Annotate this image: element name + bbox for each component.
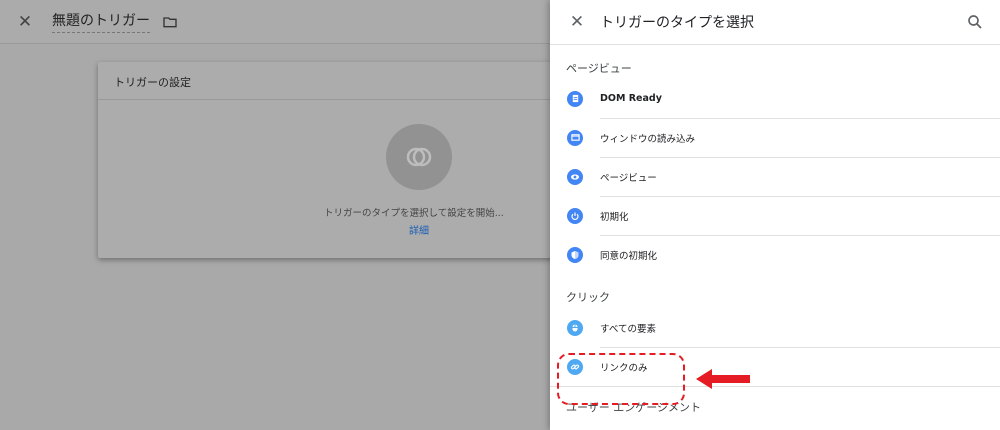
trigger-type-window-loaded[interactable]: ウィンドウの読み込み xyxy=(550,118,1000,157)
details-link[interactable]: 詳細 xyxy=(409,222,429,237)
editor-header: ✕ 無題のトリガー xyxy=(0,0,550,44)
folder-icon[interactable] xyxy=(162,14,178,30)
close-icon: ✕ xyxy=(17,11,33,32)
window-icon xyxy=(567,129,583,146)
trigger-type-label: ウィンドウの読み込み xyxy=(600,133,696,145)
trigger-placeholder-icon[interactable] xyxy=(386,124,452,190)
close-icon: ✕ xyxy=(569,12,585,32)
trigger-type-dom-ready[interactable]: DOM Ready xyxy=(550,79,1000,118)
close-editor-button[interactable]: ✕ xyxy=(14,11,36,33)
panel-title: トリガーのタイプを選択 xyxy=(600,15,754,31)
card-hint: トリガーのタイプを選択して設定を開始... xyxy=(324,208,504,219)
trigger-name-field[interactable]: 無題のトリガー xyxy=(52,10,150,33)
search-icon[interactable] xyxy=(966,13,984,31)
close-panel-button[interactable]: ✕ xyxy=(566,11,588,33)
trigger-type-page-view[interactable]: ページビュー xyxy=(550,157,1000,196)
trigger-type-label: ページビュー xyxy=(600,172,657,184)
divider xyxy=(600,196,1000,197)
eye-icon xyxy=(567,168,583,185)
section-pageview-label: ページビュー xyxy=(566,62,632,75)
trigger-type-label: 初期化 xyxy=(600,211,629,223)
panel-header: ✕ トリガーのタイプを選択 xyxy=(550,0,1000,45)
red-arrow-icon xyxy=(696,369,750,389)
highlight-box xyxy=(557,353,685,405)
trigger-type-consent-init[interactable]: 同意の初期化 xyxy=(550,235,1000,274)
divider xyxy=(600,157,1000,158)
trigger-type-label: 同意の初期化 xyxy=(600,250,658,262)
divider xyxy=(600,235,1000,236)
mouse-icon xyxy=(567,319,583,336)
divider xyxy=(600,347,1000,348)
divider xyxy=(600,118,1000,119)
trigger-type-initialization[interactable]: 初期化 xyxy=(550,196,1000,235)
trigger-type-all-elements[interactable]: すべての要素 xyxy=(550,308,1000,347)
card-title: トリガーの設定 xyxy=(98,62,558,100)
power-icon xyxy=(567,207,583,224)
trigger-type-label: すべての要素 xyxy=(600,323,656,335)
trigger-editor: ✕ 無題のトリガー トリガーの設定 トリガーのタイプを選択して設定を開始... … xyxy=(0,0,558,430)
trigger-type-label: DOM Ready xyxy=(600,93,662,104)
shield-icon xyxy=(567,246,583,263)
section-click-label: クリック xyxy=(566,291,610,304)
trigger-config-card[interactable]: トリガーの設定 トリガーのタイプを選択して設定を開始... 詳細 xyxy=(98,62,558,258)
document-icon xyxy=(567,90,583,107)
